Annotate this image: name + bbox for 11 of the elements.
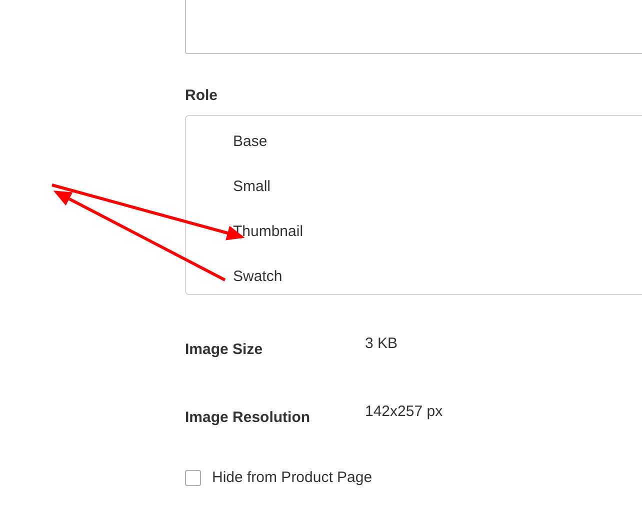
detail-value: 3 KB (365, 335, 398, 352)
detail-label: Image Resolution (185, 408, 312, 426)
role-label: Role (185, 87, 219, 105)
detail-label: Image Size (185, 340, 264, 358)
checkbox-label[interactable]: Hide from Product Page (212, 469, 372, 486)
text-area[interactable] (185, 0, 642, 54)
role-option[interactable]: Small (233, 178, 271, 195)
detail-value: 142x257 px (365, 403, 443, 420)
role-option[interactable]: Swatch (233, 268, 282, 285)
checkbox[interactable] (185, 470, 201, 486)
role-option[interactable]: Base (233, 133, 268, 150)
